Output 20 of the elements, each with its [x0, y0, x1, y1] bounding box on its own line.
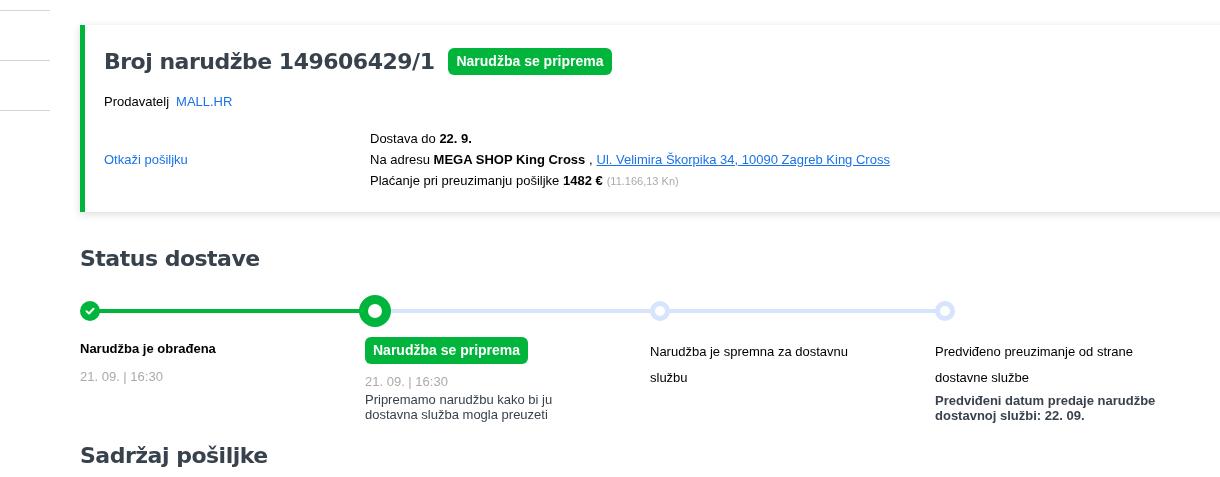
step-note: Predviđeni datum predaje narudžbe dostavnoj službi: 22. 09.: [935, 393, 1157, 423]
order-title: Broj narudžbe 149606429/1: [104, 48, 435, 76]
step-title: Narudžba je spremna za dostavnu službu: [650, 343, 849, 387]
step-title: Narudžba je obrađena: [80, 340, 216, 358]
delivery-info: Na adresu MEGA SHOP King Cross ,: [370, 150, 593, 169]
section-title: Status dostave: [80, 245, 260, 273]
seller-label: Prodavatelj: [104, 93, 170, 111]
step-title: Predviđeno preuzimanje od strane dostavne službe: [935, 343, 1134, 387]
status-badge: Narudžba se priprema: [448, 48, 612, 75]
cancel-link[interactable]: Otkaži pošiljku: [104, 149, 188, 170]
step-time: 21. 09. | 16:30: [365, 373, 448, 391]
step-time: 21. 09. | 16:30: [80, 367, 163, 386]
seller-link[interactable]: MALL.HR: [176, 92, 233, 112]
delivery-info: Plaćanje pri preuzimanju pošiljke 1482 €: [370, 171, 603, 190]
price-conversion: (11.166,13 Kn): [606, 173, 679, 189]
address-link[interactable]: Ul. Velimira Škorpika 34, 10090 Zagreb King Cross: [596, 150, 890, 169]
step-badge: Narudžba se priprema: [365, 337, 529, 364]
step-description: Pripremamo narudžbu kako bi ju dostavna služba mogla preuzeti: [365, 391, 554, 422]
section-title: Sadržaj pošiljke: [80, 442, 268, 470]
delivery-info: Dostava do 22. 9.: [370, 129, 472, 148]
